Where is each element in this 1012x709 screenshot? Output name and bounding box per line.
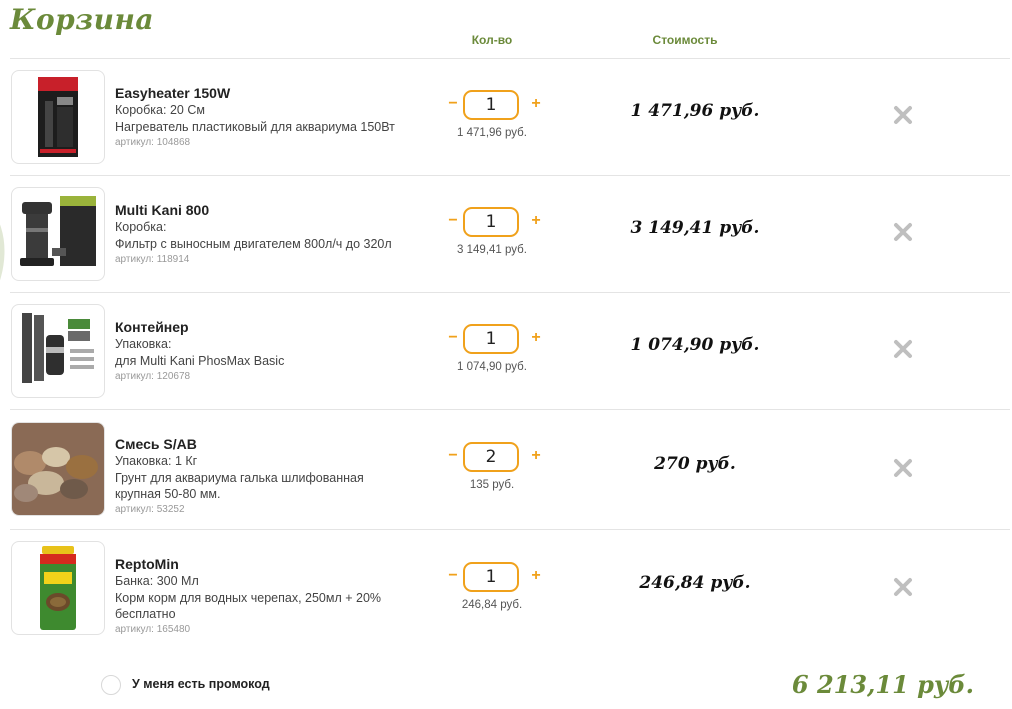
- line-cost: 246,84 руб.: [639, 573, 751, 593]
- close-icon: [894, 578, 912, 596]
- promo-label[interactable]: У меня есть промокод: [132, 677, 270, 691]
- product-article: артикул: 165480: [115, 624, 191, 635]
- line-cost: 270 руб.: [654, 454, 736, 474]
- line-cost: 1 471,96 руб.: [630, 101, 760, 121]
- product-pack: Упаковка:: [115, 337, 172, 351]
- qty-plus-button[interactable]: +: [529, 93, 543, 115]
- product-image[interactable]: [11, 422, 105, 516]
- product-article: артикул: 120678: [115, 371, 191, 382]
- close-icon: [894, 223, 912, 241]
- product-name[interactable]: Контейнер: [115, 318, 425, 336]
- remove-button[interactable]: [890, 574, 916, 600]
- qty-minus-button[interactable]: −: [446, 93, 460, 115]
- product-name[interactable]: Easyheater 150W: [115, 84, 425, 102]
- unit-price: 3 149,41 руб.: [457, 244, 527, 256]
- product-name[interactable]: Multi Kani 800: [115, 201, 425, 219]
- divider: [10, 529, 1010, 530]
- product-image[interactable]: [11, 304, 105, 398]
- qty-input[interactable]: 1: [463, 207, 519, 237]
- cart-row: Easyheater 150W Коробка: 20 См Нагревате…: [10, 70, 1010, 175]
- qty-input[interactable]: 1: [463, 324, 519, 354]
- qty-input[interactable]: 1: [463, 562, 519, 592]
- divider: [10, 409, 1010, 410]
- remove-button[interactable]: [890, 102, 916, 128]
- product-pack: Банка: 300 Мл: [115, 574, 199, 588]
- unit-price: 135 руб.: [469, 479, 515, 491]
- product-image[interactable]: [11, 187, 105, 281]
- product-image[interactable]: [11, 541, 105, 635]
- cart-row: Контейнер Упаковка: для Multi Kani PhosM…: [10, 304, 1010, 409]
- qty-input[interactable]: 1: [463, 90, 519, 120]
- unit-price: 1 471,96 руб.: [457, 127, 527, 139]
- product-article: артикул: 118914: [115, 254, 190, 265]
- product-pack: Коробка: 20 См: [115, 103, 205, 117]
- product-name[interactable]: Смесь S/AB: [115, 435, 425, 453]
- product-desc: Грунт для аквариума галька шлифованная к…: [115, 471, 364, 501]
- qty-minus-button[interactable]: −: [446, 565, 460, 587]
- cart-row: Смесь S/AB Упаковка: 1 Кг Грунт для аква…: [10, 421, 1010, 529]
- product-desc: Фильтр с выносным двигателем 800л/ч до 3…: [115, 237, 392, 251]
- cart-row: ReptoMin Банка: 300 Мл Корм корм для вод…: [10, 541, 1010, 646]
- qty-plus-button[interactable]: +: [529, 327, 543, 349]
- product-image[interactable]: [11, 70, 105, 164]
- promo-checkbox[interactable]: [101, 675, 121, 695]
- unit-price: 246,84 руб.: [461, 599, 523, 611]
- divider: [10, 292, 1010, 293]
- qty-minus-button[interactable]: −: [446, 210, 460, 232]
- close-icon: [894, 106, 912, 124]
- product-desc: Нагреватель пластиковый для аквариума 15…: [115, 120, 395, 134]
- remove-button[interactable]: [890, 219, 916, 245]
- unit-price: 1 074,90 руб.: [457, 361, 527, 373]
- qty-minus-button[interactable]: −: [446, 445, 460, 467]
- line-cost: 3 149,41 руб.: [630, 218, 760, 238]
- product-pack: Упаковка: 1 Кг: [115, 454, 198, 468]
- divider: [10, 175, 1010, 176]
- product-article: артикул: 53252: [115, 504, 185, 515]
- divider: [10, 58, 1010, 59]
- page-title: Корзина: [10, 3, 155, 36]
- product-desc: Корм корм для водных черепах, 250мл + 20…: [115, 591, 382, 621]
- cart-total: 6 213,11 руб.: [791, 670, 974, 699]
- product-article: артикул: 104868: [115, 137, 191, 148]
- close-icon: [894, 459, 912, 477]
- qty-plus-button[interactable]: +: [529, 210, 543, 232]
- product-pack: Коробка:: [115, 220, 167, 234]
- qty-input[interactable]: 2: [463, 442, 519, 472]
- product-name[interactable]: ReptoMin: [115, 555, 425, 573]
- qty-minus-button[interactable]: −: [446, 327, 460, 349]
- cart-row: Multi Kani 800 Коробка: Фильтр с выносны…: [10, 187, 1010, 292]
- qty-plus-button[interactable]: +: [529, 565, 543, 587]
- qty-plus-button[interactable]: +: [529, 445, 543, 467]
- close-icon: [894, 340, 912, 358]
- line-cost: 1 074,90 руб.: [630, 335, 760, 355]
- remove-button[interactable]: [890, 336, 916, 362]
- product-desc: для Multi Kani PhosMax Basic: [115, 354, 285, 368]
- column-header-qty: Кол-во: [471, 33, 513, 47]
- column-header-cost: Стоимость: [652, 33, 718, 47]
- decorative-leaf: [0, 224, 5, 281]
- remove-button[interactable]: [890, 455, 916, 481]
